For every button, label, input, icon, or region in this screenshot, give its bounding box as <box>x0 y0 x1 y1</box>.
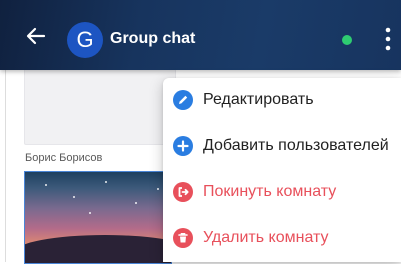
menu-item-label: Удалить комнату <box>203 229 329 246</box>
chat-title[interactable]: Group chat <box>110 30 195 48</box>
online-status-dot <box>342 35 352 45</box>
menu-item-leave-room[interactable]: Покинуть комнату <box>163 170 401 216</box>
app-bar: G Group chat <box>0 0 401 70</box>
trash-icon <box>173 228 193 248</box>
divider <box>5 70 6 262</box>
more-options-button[interactable] <box>380 26 396 52</box>
message-photo[interactable] <box>24 171 172 264</box>
menu-item-label: Редактировать <box>203 91 314 108</box>
menu-item-label: Покинуть комнату <box>203 183 337 200</box>
pencil-icon <box>173 90 193 110</box>
exit-icon <box>173 182 193 202</box>
sender-name: Борис Борисов <box>25 152 103 164</box>
avatar[interactable]: G <box>67 22 103 58</box>
more-vertical-icon <box>385 27 391 51</box>
back-button[interactable] <box>24 24 48 48</box>
message-card[interactable]: 15 <box>24 70 189 145</box>
context-menu: Редактировать Добавить пользователей Пок… <box>163 78 401 262</box>
menu-item-label: Добавить пользователей <box>203 137 389 154</box>
menu-item-edit[interactable]: Редактировать <box>163 78 401 124</box>
menu-item-add-users[interactable]: Добавить пользователей <box>163 124 401 170</box>
arrow-left-icon <box>26 27 46 45</box>
menu-item-delete-room[interactable]: Удалить комнату <box>163 216 401 262</box>
plus-icon <box>173 136 193 156</box>
